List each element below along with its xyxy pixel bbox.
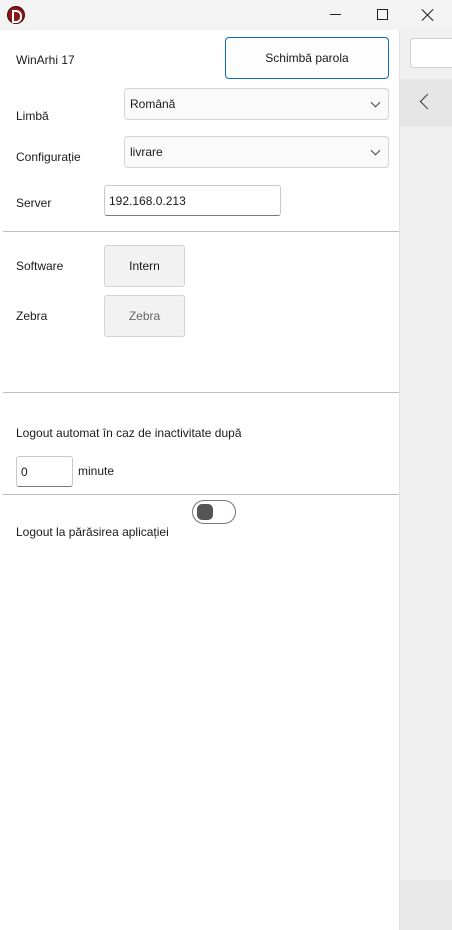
configuration-select[interactable]: livrare	[124, 136, 389, 168]
side-panel-footer	[400, 880, 452, 930]
logout-on-exit-label: Logout la părăsirea aplicației	[16, 525, 169, 539]
minutes-unit-label: minute	[78, 464, 115, 478]
divider	[3, 231, 399, 232]
toggle-knob	[197, 504, 213, 520]
zebra-label: Zebra	[16, 309, 48, 323]
chevron-down-icon	[370, 97, 381, 108]
close-icon	[422, 9, 434, 21]
side-panel-back-button[interactable]	[400, 79, 452, 127]
logout-on-exit-toggle[interactable]	[192, 500, 236, 524]
chevron-down-icon	[370, 145, 381, 156]
side-panel-input[interactable]	[410, 38, 452, 68]
minimize-icon	[330, 14, 341, 15]
maximize-icon	[377, 9, 388, 20]
title-bar	[0, 0, 452, 30]
app-name: WinArhi 17	[16, 53, 75, 67]
side-panel	[399, 30, 452, 930]
zebra-button[interactable]: Zebra	[104, 295, 185, 337]
logout-minutes-input[interactable]: 0	[16, 456, 73, 487]
divider	[3, 494, 399, 495]
configuration-value: livrare	[130, 145, 163, 159]
software-intern-button[interactable]: Intern	[104, 245, 185, 287]
language-value: Română	[130, 97, 176, 111]
close-button[interactable]	[406, 0, 452, 30]
maximize-button[interactable]	[360, 0, 406, 30]
server-label: Server	[16, 196, 52, 210]
app-logo-icon	[7, 6, 25, 24]
configuration-label: Configurație	[16, 150, 81, 164]
language-label: Limbă	[16, 109, 49, 123]
language-select[interactable]: Română	[124, 88, 389, 120]
minimize-button[interactable]	[314, 0, 360, 30]
server-input[interactable]: 192.168.0.213	[104, 185, 281, 216]
change-password-button[interactable]: Schimbă parola	[225, 37, 389, 79]
divider	[3, 392, 399, 393]
auto-logout-label: Logout automat în caz de inactivitate du…	[16, 426, 242, 440]
software-label: Software	[16, 259, 64, 273]
chevron-left-icon	[419, 93, 436, 110]
